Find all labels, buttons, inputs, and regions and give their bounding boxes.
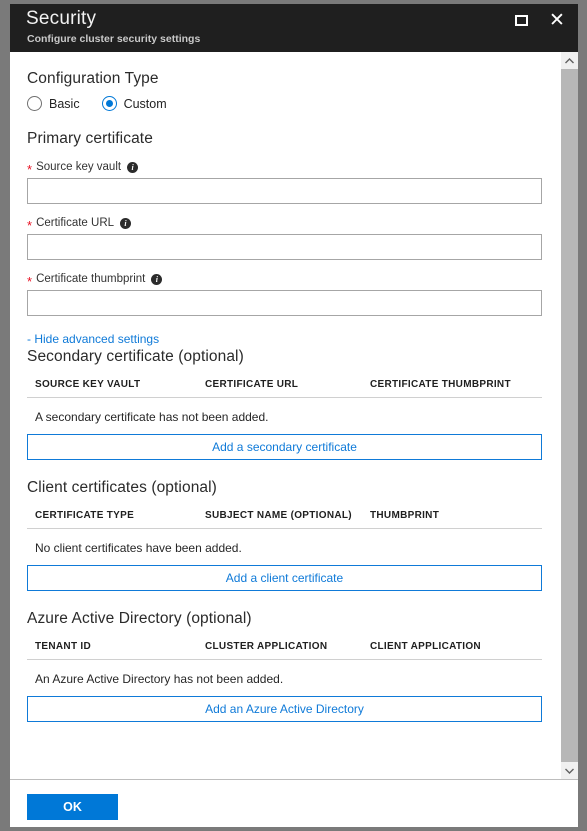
source-key-vault-label-text: Source key vault: [36, 161, 121, 173]
secondary-certificate-empty-text: A secondary certificate has not been add…: [27, 398, 542, 434]
column-header: CERTIFICATE TYPE: [35, 510, 205, 521]
radio-basic-label: Basic: [49, 97, 80, 111]
required-indicator: *: [27, 164, 32, 175]
window-controls: ✕: [508, 8, 570, 32]
hide-advanced-settings-link[interactable]: - Hide advanced settings: [27, 332, 159, 346]
certificate-url-label-text: Certificate URL: [36, 217, 114, 229]
column-header: CLIENT APPLICATION: [370, 641, 542, 652]
blade-body: Configuration Type Basic Custom Primary …: [10, 52, 578, 780]
required-indicator: *: [27, 220, 32, 231]
radio-basic[interactable]: Basic: [27, 96, 80, 111]
certificate-url-input[interactable]: [27, 234, 542, 260]
blade-footer: OK: [10, 780, 578, 827]
source-key-vault-input[interactable]: [27, 178, 542, 204]
restore-button[interactable]: [508, 8, 534, 32]
info-icon[interactable]: i: [127, 162, 138, 173]
chevron-down-icon: [565, 768, 574, 774]
scroll-content: Configuration Type Basic Custom Primary …: [10, 52, 560, 779]
restore-icon: [515, 15, 528, 26]
client-certificates-header-row: CERTIFICATE TYPE SUBJECT NAME (OPTIONAL)…: [27, 510, 542, 529]
azure-active-directory-heading: Azure Active Directory (optional): [27, 610, 542, 628]
page-title: Security: [26, 8, 96, 30]
radio-custom[interactable]: Custom: [102, 96, 167, 111]
column-header: THUMBPRINT: [370, 510, 542, 521]
secondary-certificate-heading: Secondary certificate (optional): [27, 348, 542, 366]
configuration-type-radio-group: Basic Custom: [27, 96, 542, 111]
add-client-certificate-button[interactable]: Add a client certificate: [27, 565, 542, 591]
scroll-up-button[interactable]: [561, 52, 578, 69]
scrollbar-track[interactable]: [561, 69, 578, 762]
radio-custom-circle: [102, 96, 117, 111]
info-icon[interactable]: i: [151, 274, 162, 285]
required-indicator: *: [27, 276, 32, 287]
client-certificates-empty-text: No client certificates have been added.: [27, 529, 542, 565]
azure-active-directory-header-row: TENANT ID CLUSTER APPLICATION CLIENT APP…: [27, 641, 542, 660]
radio-basic-circle: [27, 96, 42, 111]
certificate-thumbprint-label: * Certificate thumbprint i: [27, 273, 542, 285]
column-header: SUBJECT NAME (OPTIONAL): [205, 510, 370, 521]
ok-button[interactable]: OK: [27, 794, 118, 820]
scroll-down-button[interactable]: [561, 762, 578, 779]
column-header: CERTIFICATE THUMBPRINT: [370, 379, 542, 390]
primary-certificate-heading: Primary certificate: [27, 130, 542, 148]
certificate-url-label: * Certificate URL i: [27, 217, 542, 229]
certificate-thumbprint-input[interactable]: [27, 290, 542, 316]
secondary-certificate-grid: SOURCE KEY VAULT CERTIFICATE URL CERTIFI…: [27, 379, 542, 460]
page-subtitle: Configure cluster security settings: [27, 33, 200, 45]
scrollbar-thumb[interactable]: [561, 69, 578, 762]
info-icon[interactable]: i: [120, 218, 131, 229]
column-header: CERTIFICATE URL: [205, 379, 370, 390]
column-header: CLUSTER APPLICATION: [205, 641, 370, 652]
title-bar: Security Configure cluster security sett…: [10, 4, 578, 52]
close-button[interactable]: ✕: [544, 8, 570, 32]
client-certificates-grid: CERTIFICATE TYPE SUBJECT NAME (OPTIONAL)…: [27, 510, 542, 591]
close-icon: ✕: [549, 11, 565, 30]
azure-active-directory-empty-text: An Azure Active Directory has not been a…: [27, 660, 542, 696]
column-header: TENANT ID: [35, 641, 205, 652]
client-certificates-heading: Client certificates (optional): [27, 479, 542, 497]
source-key-vault-label: * Source key vault i: [27, 161, 542, 173]
configuration-type-heading: Configuration Type: [27, 70, 542, 88]
certificate-thumbprint-label-text: Certificate thumbprint: [36, 273, 145, 285]
add-azure-active-directory-button[interactable]: Add an Azure Active Directory: [27, 696, 542, 722]
radio-custom-label: Custom: [124, 97, 167, 111]
secondary-certificate-header-row: SOURCE KEY VAULT CERTIFICATE URL CERTIFI…: [27, 379, 542, 398]
security-blade-window: Security Configure cluster security sett…: [10, 4, 578, 827]
chevron-up-icon: [565, 58, 574, 64]
vertical-scrollbar[interactable]: [560, 52, 578, 779]
azure-active-directory-grid: TENANT ID CLUSTER APPLICATION CLIENT APP…: [27, 641, 542, 722]
add-secondary-certificate-button[interactable]: Add a secondary certificate: [27, 434, 542, 460]
column-header: SOURCE KEY VAULT: [35, 379, 205, 390]
